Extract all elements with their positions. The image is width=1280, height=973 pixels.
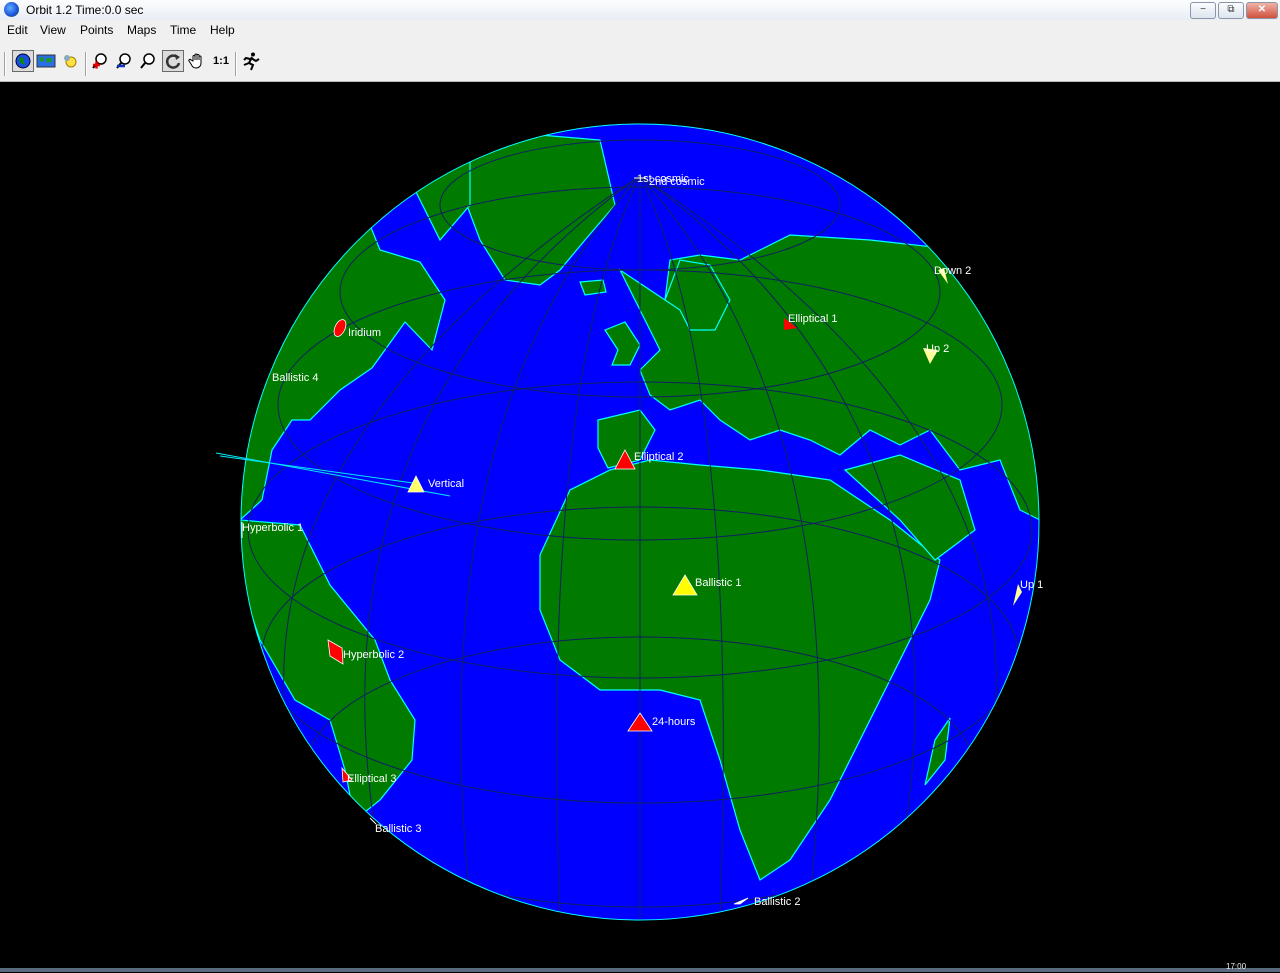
label-up-2: Up 2 bbox=[926, 343, 949, 355]
clock: 17:00 bbox=[1226, 962, 1247, 971]
menu-time[interactable]: Time bbox=[170, 23, 196, 37]
sun-icon bbox=[64, 55, 77, 68]
taskbar bbox=[0, 968, 1280, 972]
menu-edit[interactable]: Edit bbox=[7, 23, 28, 37]
toolbar-separator bbox=[235, 52, 237, 76]
globe-icon bbox=[15, 53, 31, 69]
rotate-icon bbox=[165, 54, 181, 69]
orbit-view-button[interactable] bbox=[59, 50, 81, 72]
one-to-one-button[interactable]: 1:1 bbox=[210, 50, 232, 72]
maximize-button[interactable]: ⧉ bbox=[1218, 2, 1244, 19]
label-up-1: Up 1 bbox=[1020, 579, 1043, 591]
toolbar: 1:1 bbox=[0, 40, 1280, 82]
label-elliptical-2: Elliptical 2 bbox=[634, 451, 684, 463]
label-down-2: Down 2 bbox=[934, 265, 971, 277]
pan-button[interactable] bbox=[186, 50, 208, 72]
zoom-in-button[interactable] bbox=[89, 50, 111, 72]
menu-view[interactable]: View bbox=[40, 23, 66, 37]
magnifier-icon bbox=[140, 53, 155, 69]
rotate-button[interactable] bbox=[162, 50, 184, 72]
running-man-icon bbox=[243, 52, 260, 71]
run-button[interactable] bbox=[240, 50, 262, 72]
label-ballistic-2: Ballistic 2 bbox=[754, 896, 800, 908]
window-title: Orbit 1.2 Time:0.0 sec bbox=[26, 3, 144, 17]
menu-help[interactable]: Help bbox=[210, 23, 235, 37]
world-map-icon bbox=[36, 54, 56, 68]
zoom-fit-button[interactable] bbox=[137, 50, 159, 72]
zoom-out-button[interactable] bbox=[113, 50, 135, 72]
menu-points[interactable]: Points bbox=[80, 23, 113, 37]
label-hyperbolic-1: Hyperbolic 1 bbox=[242, 522, 303, 534]
title-bar: Orbit 1.2 Time:0.0 sec − ⧉ ✕ bbox=[0, 0, 1280, 21]
menu-bar: Edit View Points Maps Time Help bbox=[0, 20, 1280, 40]
flat-map-button[interactable] bbox=[35, 50, 57, 72]
toolbar-grip bbox=[4, 52, 6, 76]
label-ballistic-4: Ballistic 4 bbox=[272, 372, 318, 384]
toolbar-separator bbox=[85, 52, 87, 76]
label-vertical: Vertical bbox=[428, 478, 464, 490]
globe-viewport[interactable]: 1st cosmic 2nd cosmic Down 2 Elliptical … bbox=[0, 82, 1280, 968]
globe-canvas[interactable]: 1st cosmic 2nd cosmic Down 2 Elliptical … bbox=[0, 82, 1280, 968]
hand-icon bbox=[188, 53, 202, 69]
label-ballistic-1: Ballistic 1 bbox=[695, 577, 741, 589]
label-2nd-cosmic: 2nd cosmic bbox=[649, 176, 705, 188]
close-button[interactable]: ✕ bbox=[1246, 2, 1278, 19]
label-hyperbolic-2: Hyperbolic 2 bbox=[343, 649, 404, 661]
minimize-button[interactable]: − bbox=[1190, 2, 1216, 19]
zoom-in-icon bbox=[92, 53, 107, 69]
label-elliptical-3: Elliptical 3 bbox=[347, 773, 397, 785]
menu-maps[interactable]: Maps bbox=[127, 23, 156, 37]
globe-view-button[interactable] bbox=[12, 50, 34, 72]
label-24-hours: 24-hours bbox=[652, 716, 696, 728]
label-elliptical-1: Elliptical 1 bbox=[788, 313, 838, 325]
app-globe-icon bbox=[4, 2, 19, 17]
label-iridium: Iridium bbox=[348, 327, 381, 339]
zoom-out-icon bbox=[116, 53, 131, 69]
label-ballistic-3: Ballistic 3 bbox=[375, 823, 421, 835]
